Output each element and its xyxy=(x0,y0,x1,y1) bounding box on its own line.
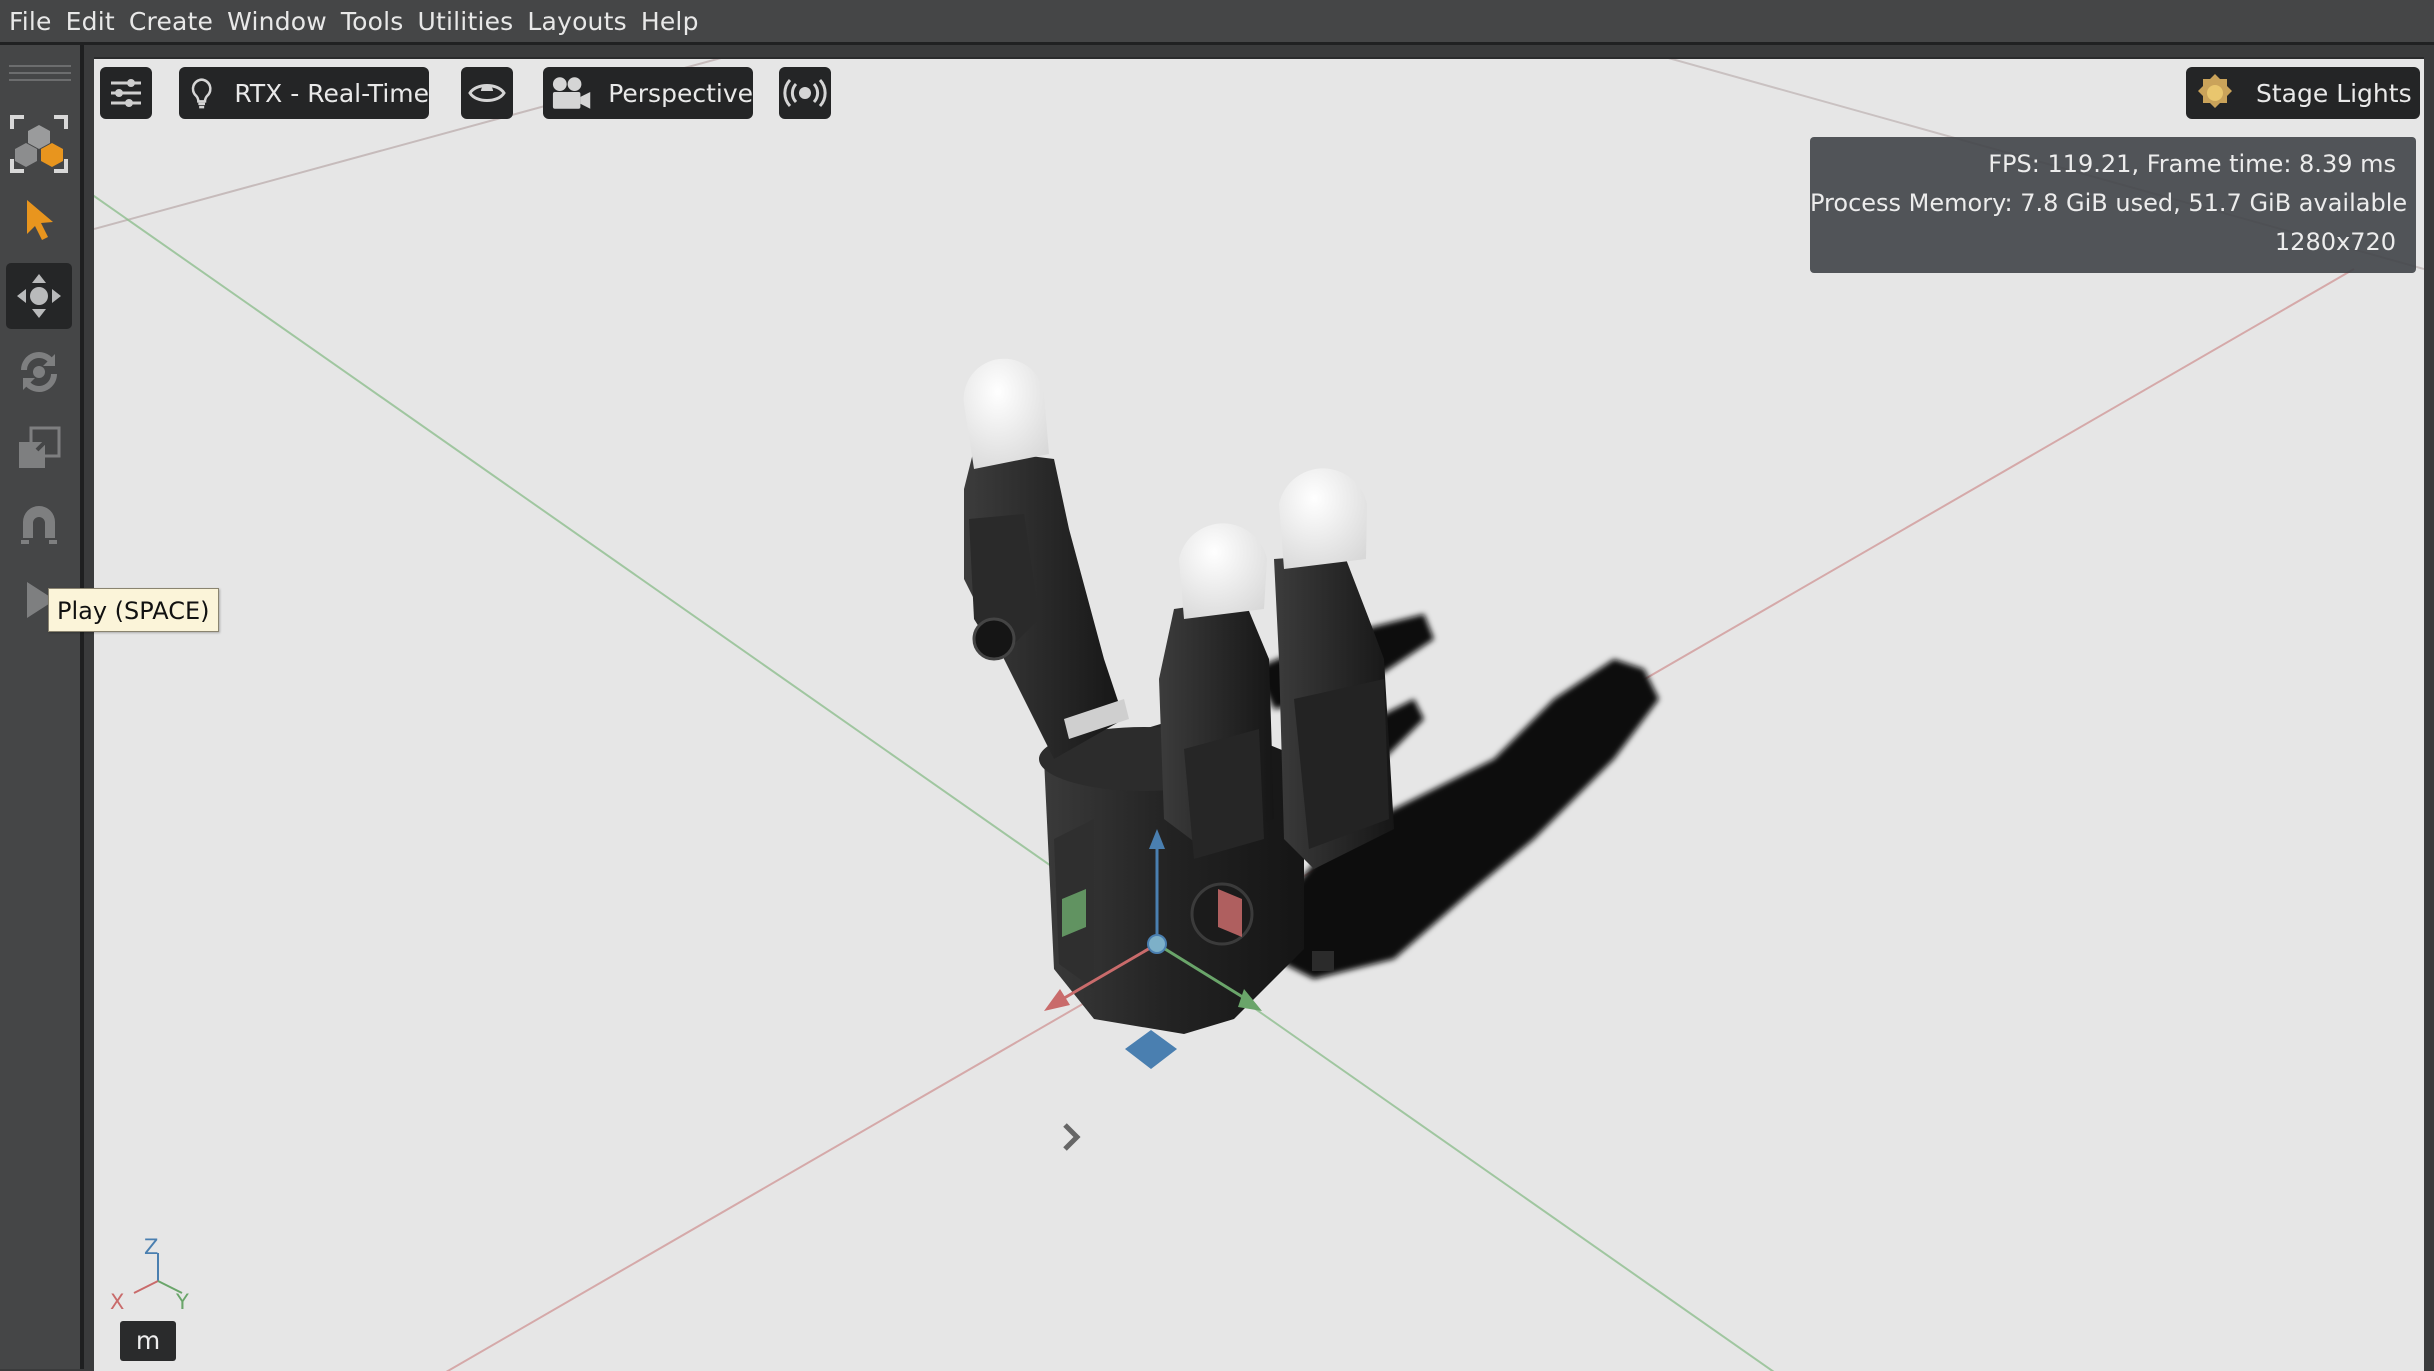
select-tool-button[interactable] xyxy=(6,187,72,253)
lightbulb-icon xyxy=(191,78,212,109)
camera-icon xyxy=(552,77,591,109)
menu-utilities[interactable]: Utilities xyxy=(411,0,521,42)
snap-toggle-button[interactable] xyxy=(6,491,72,557)
memory-readout: Process Memory: 7.8 GiB used, 51.7 GiB a… xyxy=(1810,189,2408,217)
axis-y-label: Y xyxy=(176,1290,189,1314)
move-arrows-icon xyxy=(17,274,61,318)
broadcast-icon xyxy=(783,78,827,108)
renderer-button[interactable]: RTX - Real-Time xyxy=(179,67,429,119)
stage-lights-label: Stage Lights xyxy=(2256,78,2412,108)
menu-tools[interactable]: Tools xyxy=(334,0,411,42)
stats-overlay: FPS: 119.21, Frame time: 8.39 ms Process… xyxy=(1810,137,2416,273)
eye-icon xyxy=(468,84,506,102)
toolbar-grip-line[interactable] xyxy=(9,79,71,81)
toolbar-grip-line[interactable] xyxy=(9,65,71,67)
menu-layouts[interactable]: Layouts xyxy=(520,0,633,42)
sliders-icon xyxy=(111,79,141,107)
scale-tool-button[interactable] xyxy=(6,415,72,481)
visibility-button[interactable] xyxy=(461,67,513,119)
camera-label: Perspective xyxy=(608,78,753,108)
axis-x-label: X xyxy=(110,1290,125,1314)
fps-readout: FPS: 119.21, Frame time: 8.39 ms xyxy=(1988,150,2396,178)
menu-create[interactable]: Create xyxy=(122,0,220,42)
scale-icon xyxy=(19,426,61,468)
menu-file[interactable]: File xyxy=(0,0,59,42)
stage-lights-button[interactable]: Stage Lights xyxy=(2186,67,2420,119)
viewport-settings-button[interactable] xyxy=(100,67,152,119)
play-tooltip: Play (SPACE) xyxy=(48,588,219,632)
renderer-label: RTX - Real-Time xyxy=(234,78,429,108)
broadcast-button[interactable] xyxy=(779,67,831,119)
arrow-cursor-icon xyxy=(27,200,53,240)
sun-icon xyxy=(2198,74,2232,108)
camera-button[interactable]: Perspective xyxy=(543,67,753,119)
axis-z-label: Z xyxy=(144,1235,159,1259)
unit-indicator: m xyxy=(120,1321,176,1361)
toolbar-grip-line[interactable] xyxy=(9,72,71,74)
menu-edit[interactable]: Edit xyxy=(59,0,122,42)
resolution-readout: 1280x720 xyxy=(2274,228,2396,256)
rotate-tool-button[interactable] xyxy=(6,339,72,405)
rotate-icon xyxy=(21,352,57,392)
frame-selection-button[interactable] xyxy=(6,111,72,177)
viewport[interactable]: RTX - Real-Time Perspective Stage Lights xyxy=(94,57,2424,1371)
menu-bar: File Edit Create Window Tools Utilities … xyxy=(0,0,2434,45)
menu-window[interactable]: Window xyxy=(220,0,334,42)
menu-help[interactable]: Help xyxy=(634,0,706,42)
move-tool-button[interactable] xyxy=(6,263,72,329)
frame-cube-icon xyxy=(10,115,68,173)
magnet-icon xyxy=(21,506,57,544)
chevron-right-icon[interactable] xyxy=(1063,1123,1081,1151)
left-toolbar xyxy=(0,45,84,1369)
